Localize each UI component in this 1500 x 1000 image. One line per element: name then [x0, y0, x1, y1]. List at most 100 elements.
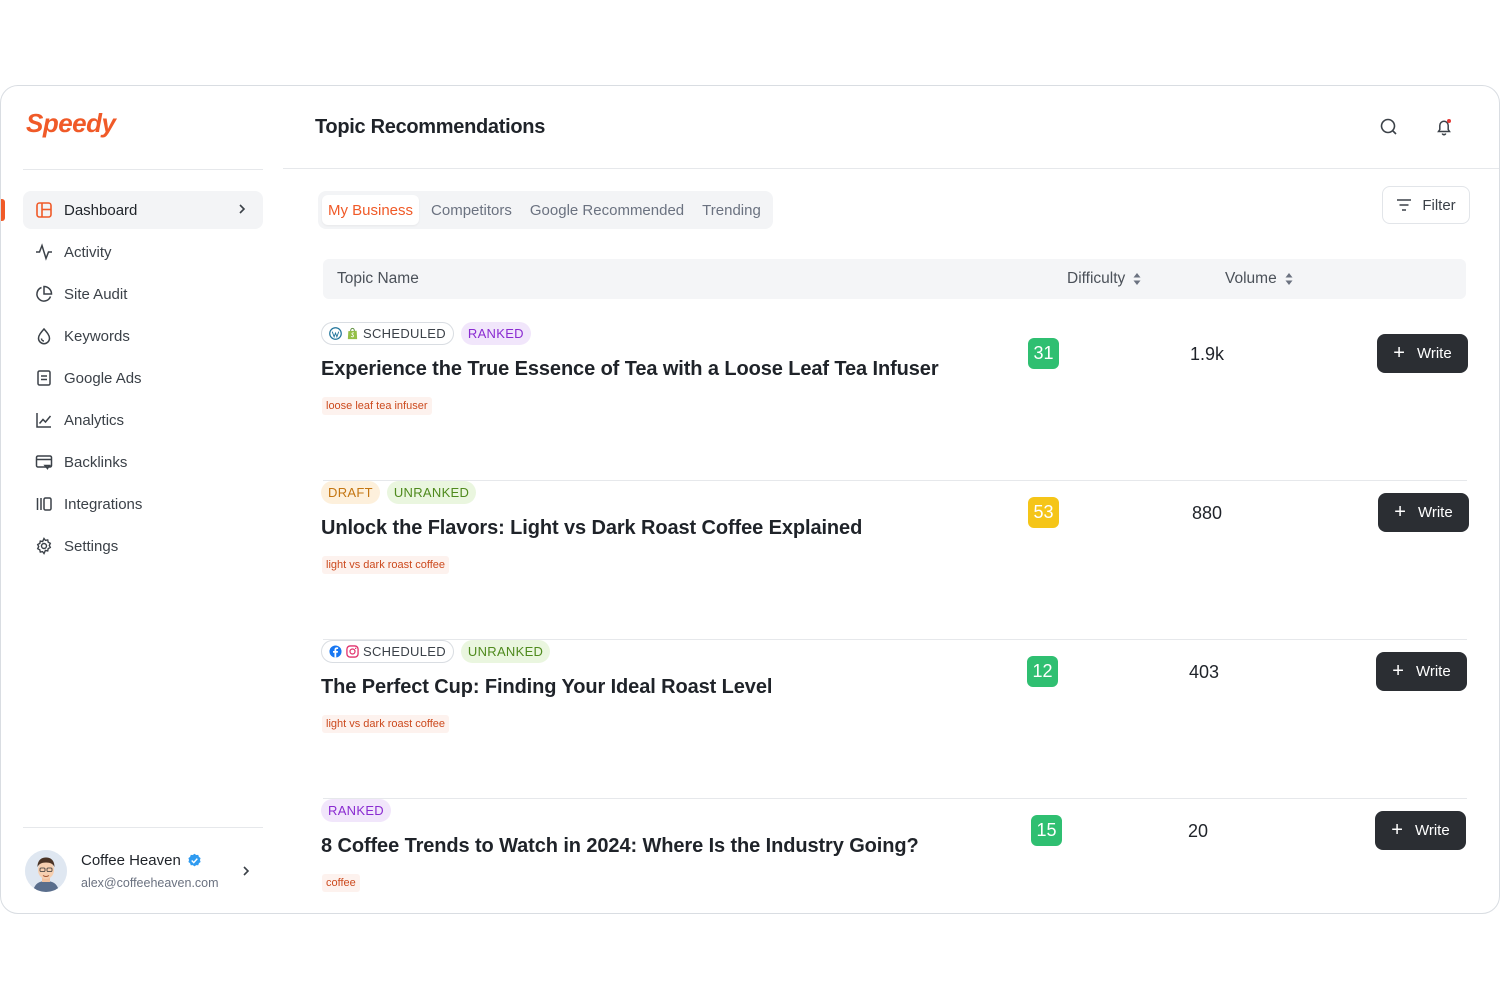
sidebar-item-label: Dashboard — [64, 201, 138, 219]
status-badge-ranked: RANKED — [460, 322, 531, 345]
sidebar-item-label: Activity — [64, 243, 112, 261]
plus-icon: + — [1394, 500, 1406, 523]
user-info: Coffee Heaven alex@coffeeheaven.com — [81, 852, 219, 890]
tab-google-recommended[interactable]: Google Recommended — [524, 195, 690, 225]
keyword-tag: light vs dark roast coffee — [322, 715, 450, 733]
write-label: Write — [1414, 822, 1450, 839]
instagram-icon — [346, 645, 359, 658]
plus-icon: + — [1393, 341, 1405, 364]
pie-chart-icon — [35, 285, 53, 303]
sort-icon — [1285, 273, 1293, 285]
badge-label: SCHEDULED — [363, 644, 446, 659]
user-profile[interactable]: Coffee Heaven alex@coffeeheaven.com — [25, 848, 263, 894]
table-row: SCHEDULED UNRANKED The Perfect Cup: Find… — [321, 640, 1469, 799]
table-row: DRAFT UNRANKED Unlock the Flavors: Light… — [321, 481, 1469, 640]
active-nav-marker — [1, 199, 5, 221]
write-button[interactable]: + Write — [1378, 493, 1469, 532]
plus-icon: + — [1392, 659, 1404, 682]
user-name: Coffee Heaven — [81, 852, 181, 869]
sidebar: Speedy Dashboard Activity Site Audit Key… — [1, 86, 281, 913]
sort-icon — [1133, 273, 1141, 285]
write-label: Write — [1417, 504, 1453, 521]
row-badges: RANKED — [321, 799, 391, 822]
badge-label: SCHEDULED — [363, 326, 446, 341]
topic-title[interactable]: The Perfect Cup: Finding Your Ideal Roas… — [321, 676, 772, 699]
status-badge-scheduled: SCHEDULED — [321, 640, 454, 663]
document-icon — [35, 369, 53, 387]
sidebar-item-keywords[interactable]: Keywords — [23, 317, 263, 355]
wordpress-icon — [329, 327, 342, 340]
sidebar-item-activity[interactable]: Activity — [23, 233, 263, 271]
layout-icon — [35, 201, 53, 219]
gear-icon — [35, 537, 53, 555]
row-badges: SCHEDULED RANKED — [321, 322, 531, 345]
keyword-tag: light vs dark roast coffee — [322, 556, 450, 574]
write-button[interactable]: + Write — [1375, 811, 1466, 850]
table-row: SCHEDULED RANKED Experience the True Ess… — [321, 322, 1469, 481]
write-button[interactable]: + Write — [1377, 334, 1468, 373]
facebook-icon — [329, 645, 342, 658]
topic-title[interactable]: Experience the True Essence of Tea with … — [321, 358, 939, 381]
topic-title[interactable]: Unlock the Flavors: Light vs Dark Roast … — [321, 517, 862, 540]
tab-trending[interactable]: Trending — [696, 195, 767, 225]
row-badges: SCHEDULED UNRANKED — [321, 640, 551, 663]
sidebar-item-label: Analytics — [64, 411, 125, 429]
difficulty-badge: 53 — [1028, 497, 1059, 528]
sidebar-item-label: Backlinks — [64, 453, 128, 471]
sidebar-item-google-ads[interactable]: Google Ads — [23, 359, 263, 397]
browser-link-icon — [35, 453, 53, 471]
line-chart-icon — [35, 411, 53, 429]
volume-value: 403 — [1189, 662, 1220, 682]
sidebar-item-dashboard[interactable]: Dashboard — [23, 191, 263, 229]
topic-title[interactable]: 8 Coffee Trends to Watch in 2024: Where … — [321, 835, 919, 858]
status-badge-unranked: UNRANKED — [386, 481, 477, 504]
column-volume[interactable]: Volume — [1225, 270, 1294, 288]
user-email: alex@coffeeheaven.com — [81, 876, 219, 890]
sidebar-item-settings[interactable]: Settings — [23, 527, 263, 565]
volume-value: 880 — [1192, 503, 1223, 523]
keyword-tag: loose leaf tea infuser — [322, 397, 432, 415]
sidebar-item-label: Settings — [64, 537, 119, 555]
sidebar-item-integrations[interactable]: Integrations — [23, 485, 263, 523]
avatar — [25, 850, 67, 892]
header-divider — [283, 168, 1499, 169]
filter-button[interactable]: Filter — [1382, 186, 1470, 224]
sidebar-item-backlinks[interactable]: Backlinks — [23, 443, 263, 481]
write-label: Write — [1415, 663, 1451, 680]
difficulty-badge: 12 — [1027, 656, 1058, 687]
write-label: Write — [1416, 345, 1452, 362]
sidebar-divider — [23, 169, 263, 170]
column-volume-label: Volume — [1225, 270, 1277, 287]
column-difficulty[interactable]: Difficulty — [1067, 270, 1142, 288]
sidebar-item-label: Integrations — [64, 495, 143, 513]
page-title: Topic Recommendations — [315, 116, 546, 138]
verified-icon — [188, 853, 201, 867]
tab-bar: My Business Competitors Google Recommend… — [318, 191, 773, 229]
sidebar-item-analytics[interactable]: Analytics — [23, 401, 263, 439]
tab-competitors[interactable]: Competitors — [425, 195, 518, 225]
column-topic-label: Topic Name — [337, 270, 419, 287]
row-badges: DRAFT UNRANKED — [321, 481, 477, 504]
table-row: RANKED 8 Coffee Trends to Watch in 2024:… — [321, 799, 1469, 913]
table-header: Topic Name Difficulty Volume — [323, 259, 1466, 299]
search-icon[interactable] — [1379, 117, 1399, 137]
activity-icon — [35, 243, 53, 261]
write-button[interactable]: + Write — [1376, 652, 1467, 691]
sidebar-item-site-audit[interactable]: Site Audit — [23, 275, 263, 313]
sidebar-nav: Dashboard Activity Site Audit Keywords G… — [23, 191, 263, 569]
volume-value: 1.9k — [1190, 344, 1225, 364]
brand-logo[interactable]: Speedy — [26, 108, 116, 139]
filter-icon — [1397, 199, 1412, 211]
shopify-icon — [347, 327, 358, 340]
chevron-right-icon — [239, 204, 246, 214]
status-badge-draft: DRAFT — [321, 481, 380, 504]
plus-icon: + — [1391, 818, 1403, 841]
tab-my-business[interactable]: My Business — [322, 195, 420, 225]
sidebar-item-label: Site Audit — [64, 285, 128, 303]
bell-icon[interactable] — [1434, 117, 1454, 137]
status-badge-unranked: UNRANKED — [460, 640, 551, 663]
column-topic-name: Topic Name — [337, 270, 419, 288]
difficulty-badge: 15 — [1031, 815, 1062, 846]
user-name-row: Coffee Heaven — [81, 852, 219, 869]
status-badge-scheduled: SCHEDULED — [321, 322, 454, 345]
